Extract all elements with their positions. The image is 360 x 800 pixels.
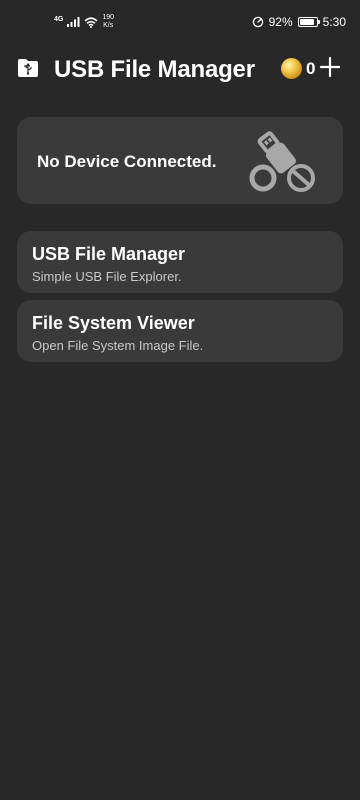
- device-status-card: No Device Connected.: [17, 117, 343, 204]
- speed-unit: K/s: [103, 22, 114, 29]
- speed-value: 190: [102, 14, 115, 21]
- menu-item-title: USB File Manager: [32, 244, 186, 264]
- coin-count: 0: [306, 58, 316, 78]
- network-type: 4G: [54, 15, 64, 23]
- wifi-icon: [84, 16, 98, 28]
- app-title: USB File Manager: [54, 56, 255, 83]
- status-bar: 4G 190 K/s 92% 5:30: [0, 0, 360, 44]
- menu-item-subtitle: Open File System Image File.: [32, 338, 204, 353]
- battery-fill: [299, 19, 315, 25]
- usb-folder-icon: [18, 59, 38, 77]
- device-status-text: No Device Connected.: [37, 152, 217, 171]
- clock: 5:30: [322, 15, 346, 29]
- coin-balance[interactable]: 0: [281, 58, 315, 79]
- status-left: 4G 190 K/s: [54, 14, 114, 30]
- app-bar: USB File Manager 0: [0, 48, 360, 92]
- plus-icon: [319, 56, 341, 78]
- battery-icon: [297, 17, 320, 27]
- usb-disconnected-icon: [249, 131, 316, 193]
- menu-item-file-system-viewer[interactable]: File System Viewer Open File System Imag…: [17, 300, 343, 362]
- menu-item-title: File System Viewer: [32, 313, 195, 333]
- menu-item-usb-file-manager[interactable]: USB File Manager Simple USB File Explore…: [17, 231, 343, 293]
- network-speed: 190 K/s: [102, 14, 114, 30]
- menu-item-subtitle: Simple USB File Explorer.: [32, 269, 182, 284]
- add-button[interactable]: [318, 55, 342, 79]
- coin-icon: [281, 58, 302, 79]
- battery-percent: 92%: [268, 15, 293, 29]
- signal-icon: [67, 17, 80, 27]
- speed-gauge-icon: [252, 16, 263, 28]
- status-right: 92% 5:30: [252, 15, 346, 29]
